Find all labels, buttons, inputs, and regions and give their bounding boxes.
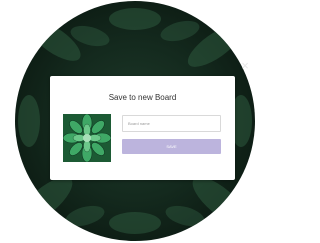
succulent-thumbnail-image [63, 114, 111, 162]
pin-thumbnail [63, 114, 111, 162]
save-to-board-dialog: Save to new Board Board name SAVE [50, 76, 235, 180]
screenshot-stage: × Save to new Board Board name SAVE [0, 0, 263, 243]
save-button[interactable]: SAVE [122, 139, 221, 154]
dialog-title: Save to new Board [108, 93, 177, 102]
board-name-input[interactable] [122, 115, 221, 132]
close-icon[interactable]: × [238, 59, 252, 73]
